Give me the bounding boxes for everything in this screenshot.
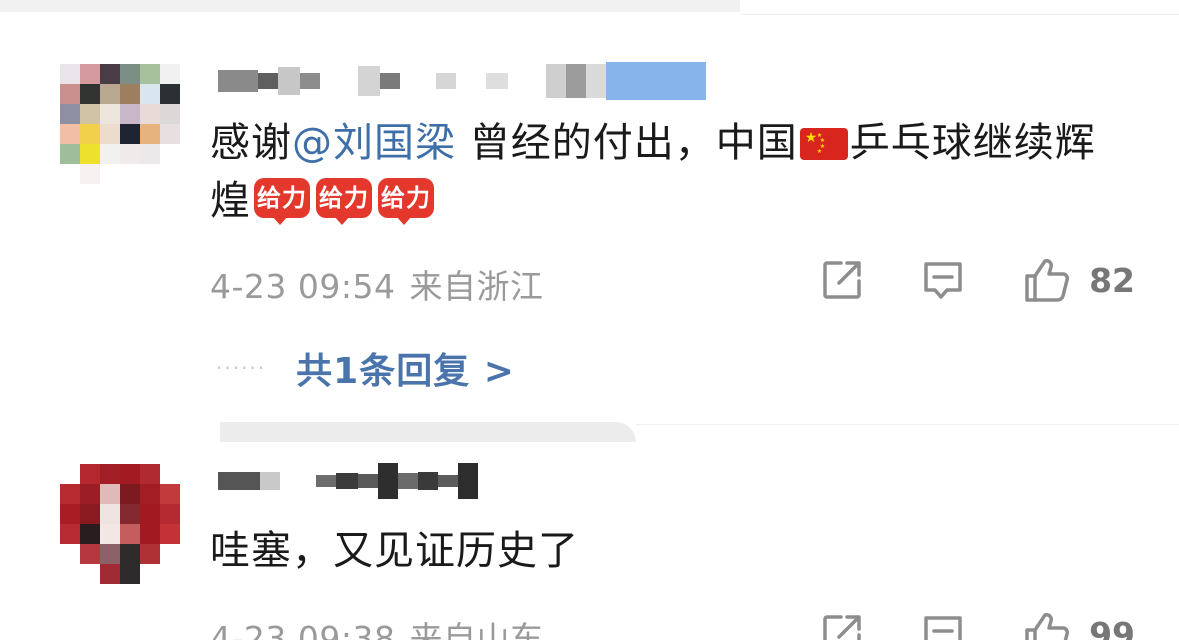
- comment-button[interactable]: [921, 612, 965, 640]
- avatar[interactable]: [60, 464, 180, 584]
- comment-icon: [924, 616, 962, 640]
- comment-location: 来自山东: [409, 619, 544, 640]
- comment-text: 哇塞，又见证历史了: [210, 528, 579, 574]
- share-button[interactable]: [821, 613, 863, 640]
- comment-item: 哇塞，又见证历史了 4-23 09:38 来自山东 99: [0, 0, 1179, 640]
- like-count: 99: [1089, 614, 1135, 640]
- thumbs-up-icon: [1025, 613, 1070, 640]
- like-button[interactable]: 99: [1023, 610, 1135, 640]
- comment-actions: 99: [763, 610, 1135, 640]
- comment-list: 感谢@刘国梁 曾经的付出，中国 ★ ★ ★ ★ ★ 乒乓球继续辉煌 给力 给力 给力 4-23 0…: [0, 0, 1179, 640]
- comment-meta: 4-23 09:38 来自山东: [210, 612, 544, 640]
- share-icon: [823, 615, 861, 640]
- comment-time: 4-23 09:38: [210, 619, 396, 640]
- username-blurred[interactable]: [218, 462, 478, 500]
